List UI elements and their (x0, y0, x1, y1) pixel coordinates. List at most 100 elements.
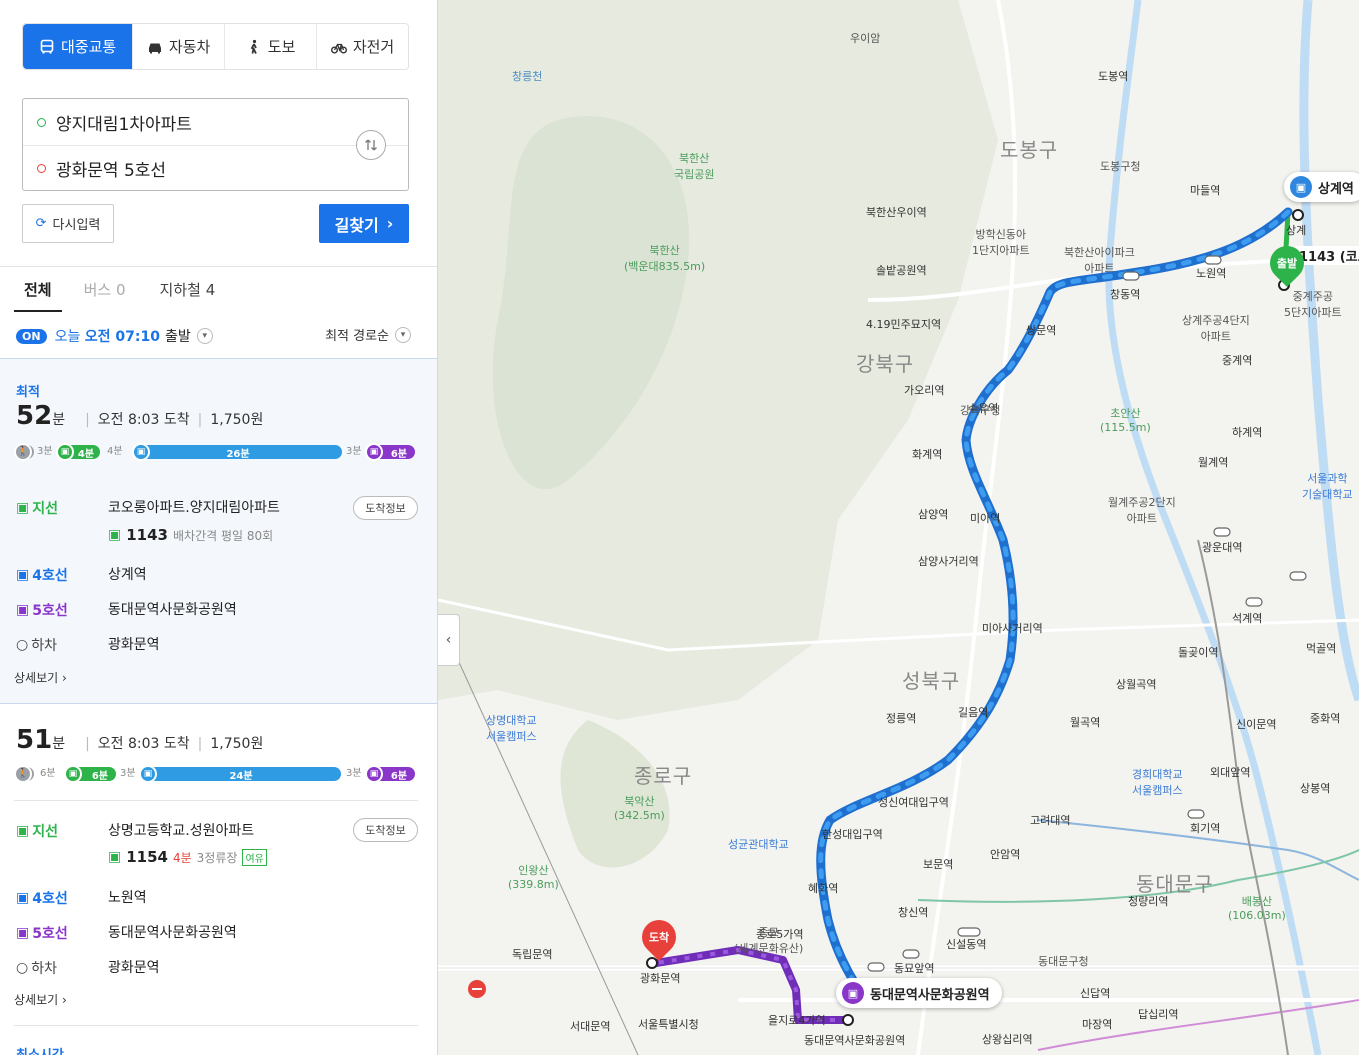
search-label: 길찾기 (334, 215, 379, 235)
reset-button[interactable]: ⟳ 다시입력 (22, 204, 114, 243)
tab-all[interactable]: 전체 (14, 268, 62, 312)
sort-label: 최적 경로순 (325, 329, 389, 344)
step-kind-label: 5호선 (32, 603, 68, 619)
route-summary: 52 분 | 오전 8:03 도착 | 1,750원 (16, 401, 263, 431)
fare: 1,750원 (210, 412, 264, 428)
district-label: 종로구 (634, 764, 693, 788)
mountain-label: 북한산 (백운대835.5m) (624, 244, 706, 273)
poi-label: 상계주공4단지 아파트 (1182, 314, 1250, 343)
end-pin[interactable]: 도착 (634, 912, 684, 962)
station-label: 안암역 (990, 848, 1021, 861)
tab-bus[interactable]: 버스 0 (72, 268, 138, 312)
bus-icon: ▣ (108, 527, 122, 543)
subway-icon: ▣ (16, 602, 30, 618)
station-label: 상계 (1286, 224, 1307, 237)
bus-eta: 4분 (172, 850, 192, 865)
station-label: 도봉역 (1098, 70, 1129, 83)
arrival-info-button[interactable]: 도착정보 (353, 818, 418, 842)
mode-walk-tab[interactable]: 도보 (224, 24, 317, 69)
station-label: 성신여대입구역 (878, 796, 949, 809)
step-bus: ▣ 지선 코오롱아파트.양지대림아파트 (16, 497, 280, 518)
station-label: 중계역 (1222, 354, 1253, 367)
station-label: 신설동역 (946, 938, 987, 951)
station-label: 광운대역 (1202, 541, 1243, 554)
detail-link[interactable]: 상세보기 › (14, 669, 67, 686)
mountain-label: 인왕산 (339.8m) (508, 864, 559, 891)
bus-line-info: ▣ 1143 배차간격 평일 80회 (108, 526, 273, 544)
walk-time: 3분 (346, 446, 362, 457)
destination-text: 광화문역 5호선 (56, 161, 167, 181)
poi-label: 우이암 (850, 32, 881, 45)
duration-minutes: 51 (16, 725, 53, 755)
station-label: 고려대역 (1030, 814, 1071, 827)
result-filter-tabs: 전체 버스 0 지하철 4 (0, 268, 437, 312)
subway-icon: ▣ (16, 925, 30, 941)
walk-time: 6분 (40, 768, 56, 779)
station-label: 쌍문역 (1026, 324, 1057, 337)
divider: | (85, 412, 90, 428)
origin-input[interactable]: 양지대림1차아파트 (23, 99, 408, 145)
step-kind: ▣ 4호선 (16, 565, 108, 585)
mode-transit-tab[interactable]: 대중교통 (23, 24, 133, 69)
walk-time: 4분 (107, 446, 123, 457)
station-label: 동대문역사문화공원역 (804, 1034, 906, 1047)
mode-bike-tab[interactable]: 자전거 (316, 24, 408, 69)
dongdaemun-station-callout[interactable]: ▣ 동대문역사문화공원역 (836, 978, 1002, 1008)
detail-label: 상세보기 (14, 671, 59, 685)
refresh-icon: ⟳ (35, 216, 47, 231)
poi-label: 중계주공 5단지아파트 (1284, 290, 1342, 319)
departure-suffix: 출발 (164, 329, 191, 345)
callout-label: 동대문역사문화공원역 (870, 987, 990, 1003)
map-view[interactable]: 도봉구 강북구 성북구 종로구 동대문구 북한산 국립공원 북한산 (백운대83… (438, 0, 1359, 1055)
station-label: 솔밭공원역 (876, 264, 927, 277)
station-label: 서울특별시청 (638, 1018, 699, 1031)
bus-icon: ▣ (16, 500, 30, 516)
sanggye-station-callout[interactable]: ▣ 상계역 (1284, 172, 1359, 202)
mode-label: 자동차 (168, 38, 211, 56)
no-entry-icon (468, 980, 486, 998)
line5-segment: ▣ 6분 (365, 765, 415, 783)
station-label: 회기역 (1190, 822, 1221, 835)
bus-number: 1154 (126, 848, 168, 866)
poi-label: 성균관대학교 (728, 838, 789, 851)
step-stop: 상명고등학교.성원아파트 (108, 823, 255, 839)
step-kind: ▣ 지선 (16, 821, 108, 841)
arrival-info-button[interactable]: 도착정보 (353, 496, 418, 520)
mountain-label: 초안산 (115.5m) (1100, 407, 1151, 434)
station-label: 신이문역 (1236, 718, 1277, 731)
callout-label: 상계역 (1318, 181, 1354, 197)
on-badge: ON (16, 328, 47, 344)
divider: | (85, 736, 90, 752)
station-label: 서대문역 (570, 1020, 611, 1033)
station-label: 중화역 (1310, 712, 1341, 725)
detail-label: 상세보기 (14, 993, 59, 1007)
route-result-card[interactable]: 51 분 | 오전 8:03 도착 | 1,750원 🚶 6분 ▣ 6분 3분 ▣… (0, 705, 437, 1025)
swap-arrows-icon (365, 139, 377, 151)
car-icon (148, 43, 161, 53)
best-badge: 최적 (16, 385, 40, 400)
tab-subway[interactable]: 지하철 4 (148, 268, 228, 312)
collapse-panel-button[interactable]: ‹ (438, 614, 460, 666)
station-label: 노원역 (1196, 267, 1227, 280)
start-pin[interactable]: 출발 (1262, 238, 1312, 288)
destination-input[interactable]: 광화문역 5호선 (23, 145, 408, 191)
search-route-button[interactable]: 길찾기 › (319, 204, 409, 243)
swap-route-button[interactable] (356, 130, 386, 160)
sort-dropdown[interactable]: 최적 경로순 ▾ (325, 325, 411, 344)
divider (14, 800, 418, 801)
station-label: 을지로4가역 (768, 1014, 826, 1027)
bus-segment: ▣ 4분 (56, 443, 100, 461)
step-kind: ▣ 5호선 (16, 923, 108, 943)
mountain-label: 북악산 (342.5m) (614, 795, 665, 822)
walk-segment: 🚶 (14, 443, 34, 461)
route-result-card[interactable]: 최적 52 분 | 오전 8:03 도착 | 1,750원 🚶 3분 ▣ 4분 4… (0, 358, 437, 704)
detail-link[interactable]: 상세보기 › (14, 991, 67, 1008)
step-stop: 상계역 (108, 567, 147, 583)
next-section-heading: 최소시간 (16, 1044, 64, 1055)
transport-mode-tabs: 대중교통 자동차 도보 자전거 (22, 23, 409, 70)
mode-label: 대중교통 (60, 38, 117, 56)
destination-dot-icon (37, 164, 46, 173)
bus-icon: ▣ (16, 823, 30, 839)
mode-car-tab[interactable]: 자동차 (132, 24, 225, 69)
station-label: 하계역 (1232, 426, 1263, 439)
